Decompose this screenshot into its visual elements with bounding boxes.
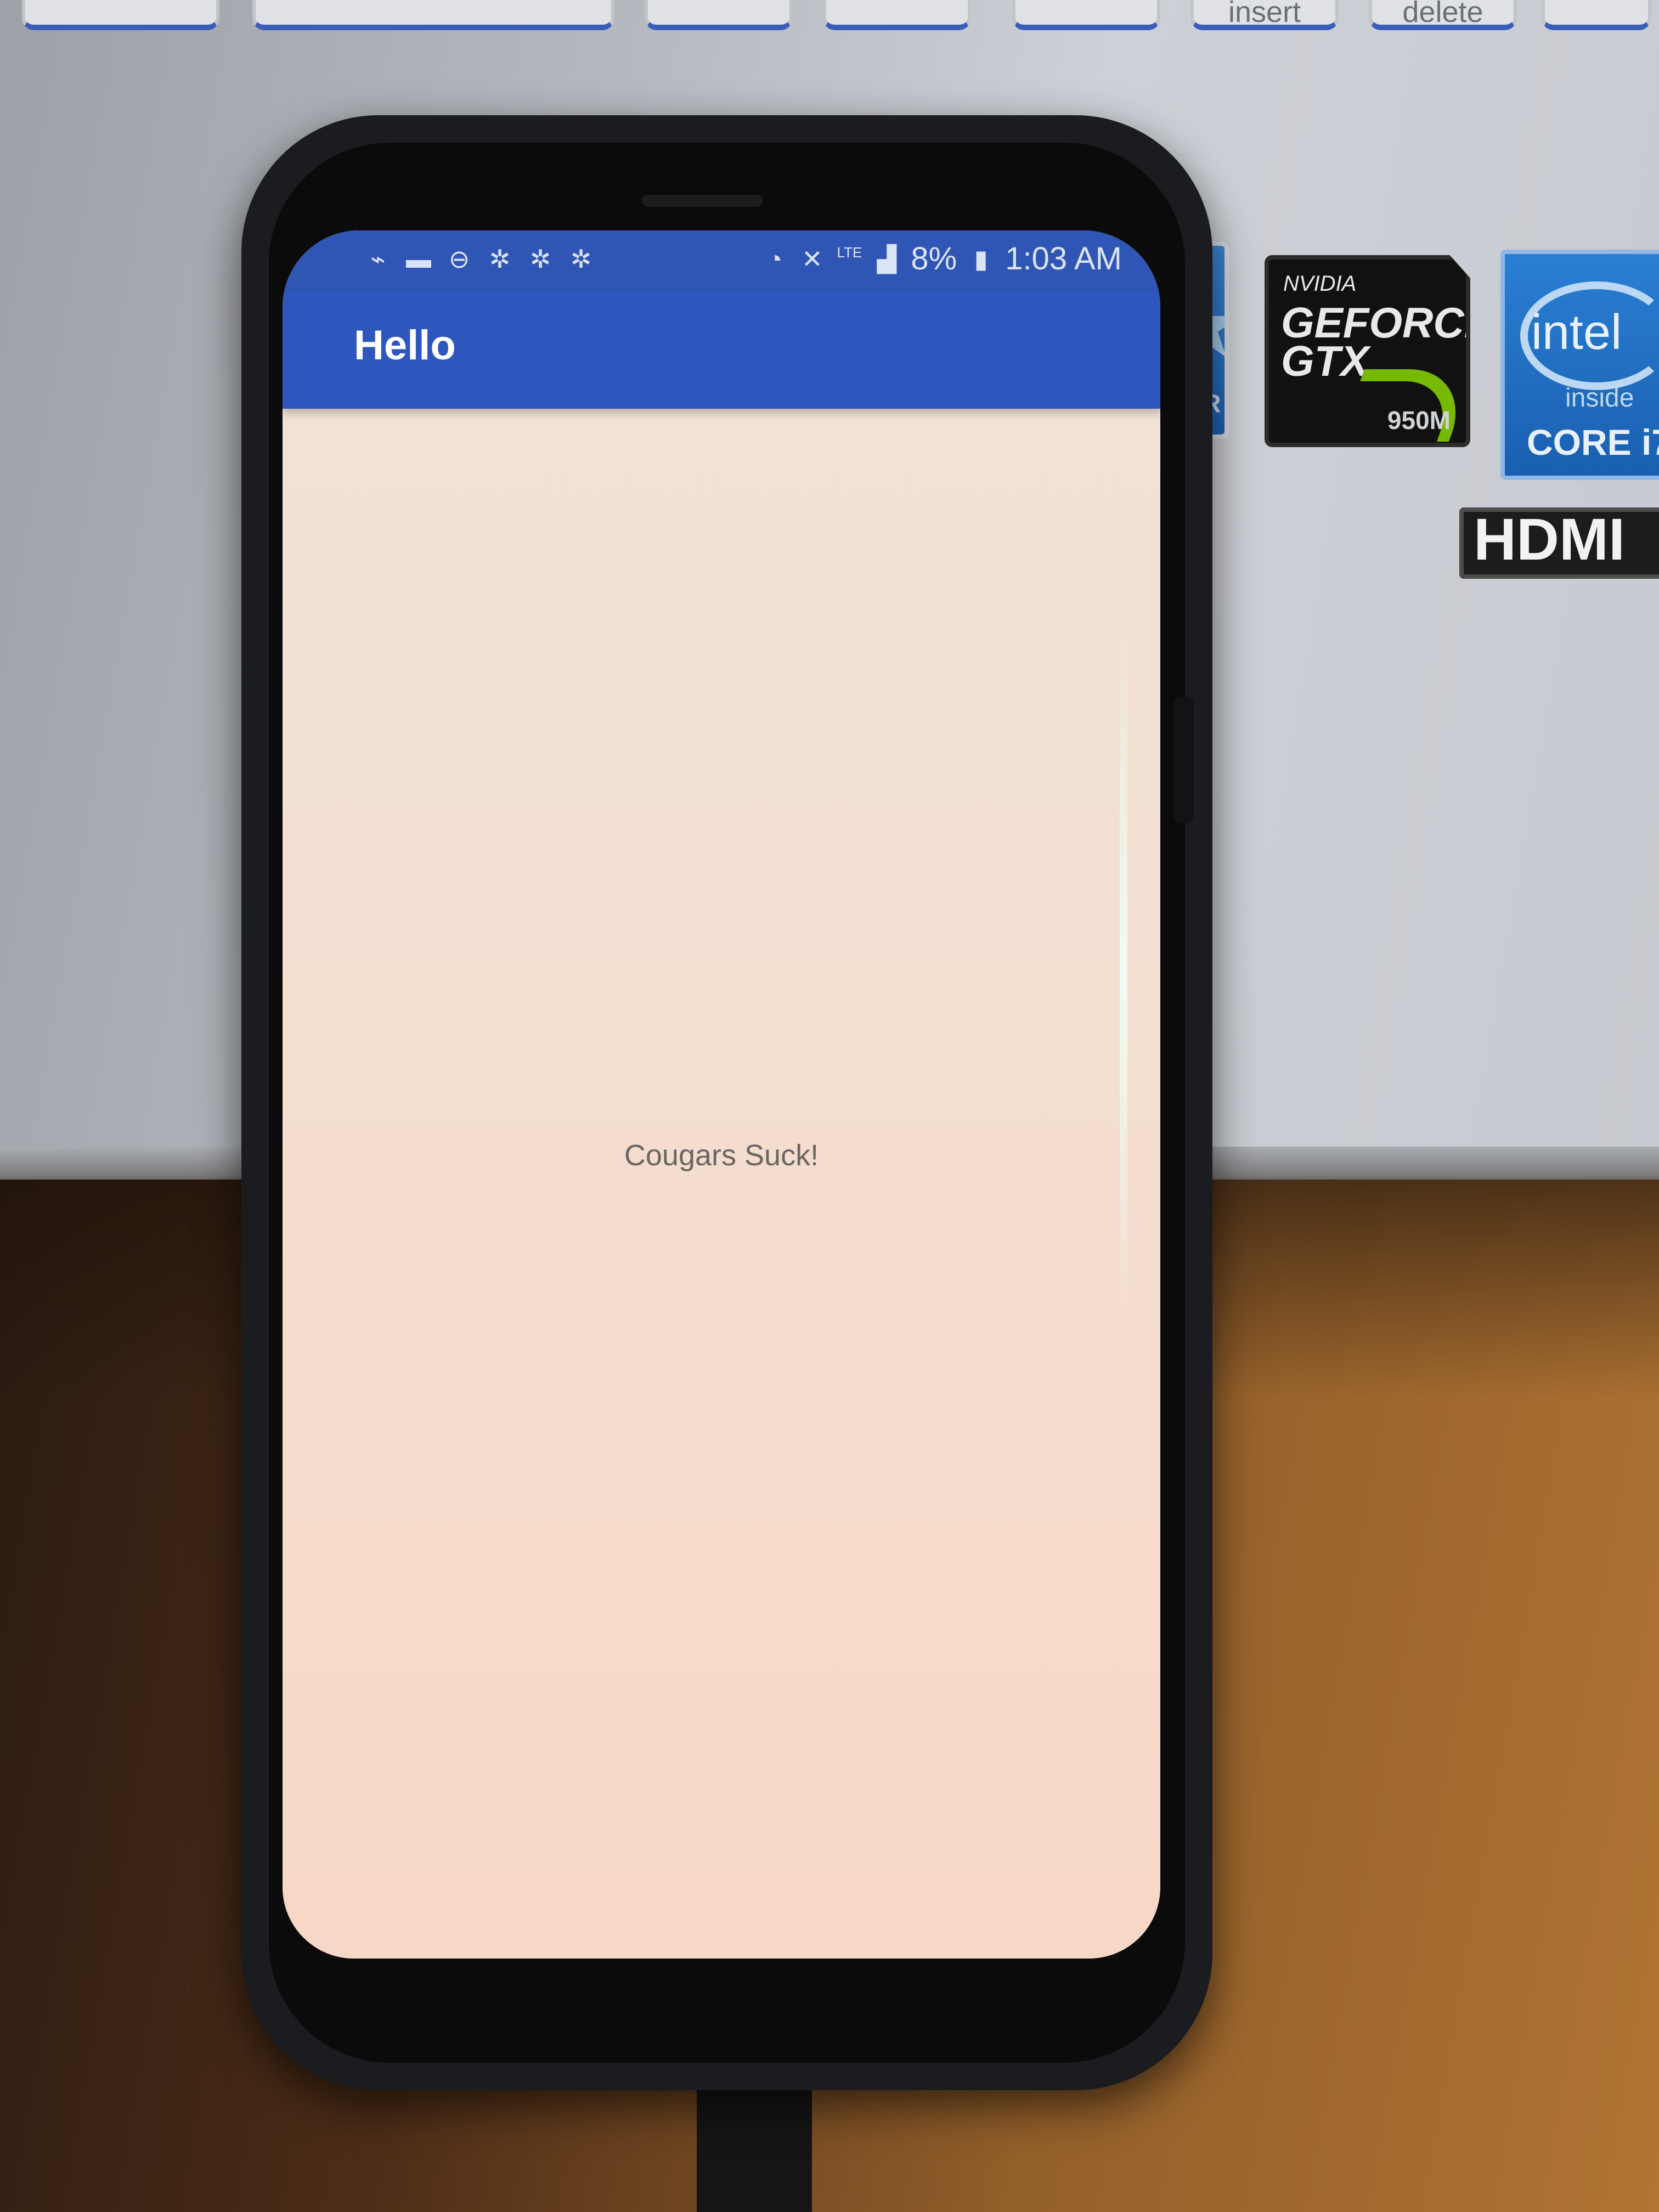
lte-icon: LTE (837, 244, 862, 261)
app-title: Hello (354, 322, 456, 369)
geforce-gtx-sticker: NVIDIA GEFORCE GTX 950M (1265, 255, 1470, 447)
phone-screen: ⌁ ▬ ⊖ ✲ ✲ ✲ ◔ ✕ LTE ▟ 8% ▮ 1:03 AM Hello… (283, 230, 1160, 1959)
keyboard-key (823, 0, 971, 30)
app-content: Cougars Suck! (283, 409, 1160, 1959)
keyboard-key-insert: insert (1190, 0, 1339, 30)
battery-icon: ▮ (974, 245, 988, 273)
system-status-icons: ◔ ✕ LTE ▟ 8% ▮ 1:03 AM (761, 242, 1122, 275)
earpiece-speaker (642, 195, 763, 207)
do-not-disturb-icon: ⊖ (448, 245, 470, 273)
intel-inside-label: inside (1565, 383, 1634, 413)
clock: 1:03 AM (1005, 241, 1122, 276)
phone-side-button[interactable] (1174, 697, 1194, 823)
status-bar: ⌁ ▬ ⊖ ✲ ✲ ✲ ◔ ✕ LTE ▟ 8% ▮ 1:03 AM (283, 230, 1160, 291)
nvidia-label: NVIDIA (1283, 272, 1357, 296)
usb-icon: ⌁ (370, 245, 386, 273)
mute-icon: ✕ (802, 245, 823, 273)
keyboard-key (1542, 0, 1651, 30)
keyboard-key (252, 0, 614, 30)
gpu-model-label: 950M (1387, 406, 1451, 435)
app-toolbar: Hello (283, 291, 1160, 409)
notification-icons: ⌁ ▬ ⊖ ✲ ✲ ✲ (365, 246, 594, 272)
keyboard-key (645, 0, 793, 30)
app-notification-icon: ✲ (489, 245, 511, 273)
keyboard-key (1012, 0, 1160, 30)
keyboard-key-delete: delete (1369, 0, 1517, 30)
message-icon: ▬ (406, 245, 431, 273)
gtx-label: GTX (1281, 337, 1369, 385)
signal-icon: ▟ (877, 245, 897, 273)
data-saver-icon: ◔ (767, 245, 783, 273)
hdmi-sticker: HDMI (1459, 507, 1659, 579)
keyboard-key (22, 0, 219, 30)
screen-edge-glare (1120, 614, 1127, 1328)
hello-message: Cougars Suck! (624, 1139, 819, 1172)
intel-core-label: CORE i7 (1527, 422, 1659, 462)
battery-percent: 8% (911, 241, 957, 276)
intel-core-sticker: intel inside CORE i7 (1500, 250, 1659, 480)
intel-label: intel (1531, 305, 1622, 360)
app-notification-icon: ✲ (570, 245, 592, 273)
usb-cable (697, 2085, 812, 2212)
app-notification-icon: ✲ (529, 245, 551, 273)
